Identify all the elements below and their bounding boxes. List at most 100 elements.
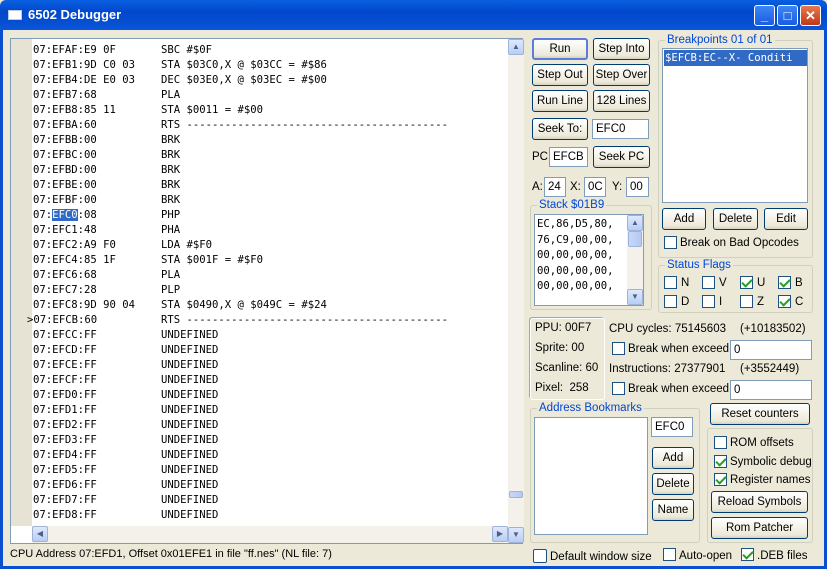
- disasm-line[interactable]: 07:EFBD:00 BRK: [33, 163, 180, 178]
- disassembly-view[interactable]: 07:EFAF:E9 0F SBC #$0F 07:EFB1:9D C0 03 STA…: [10, 38, 524, 544]
- scroll-thumb[interactable]: [509, 491, 523, 498]
- flag-u-checkbox[interactable]: [740, 276, 753, 289]
- stack-scrollbar[interactable]: ▲ ▼: [627, 215, 643, 305]
- disasm-line[interactable]: 07:EFD4:FF UNDEFINED: [33, 448, 218, 463]
- flag-d-checkbox[interactable]: [664, 295, 677, 308]
- disasm-line[interactable]: 07:EFBE:00 BRK: [33, 178, 180, 193]
- disasm-line[interactable]: 07:EFBF:00 BRK: [33, 193, 180, 208]
- run-line-button[interactable]: Run Line: [532, 90, 588, 112]
- disasm-line[interactable]: 07:EFB4:DE E0 03 DEC $03E0,X @ $03EC = #$…: [33, 73, 327, 88]
- scroll-down-icon[interactable]: ▼: [508, 527, 524, 543]
- flag-z-checkbox[interactable]: [740, 295, 753, 308]
- bookmark-address-input[interactable]: EFC0: [651, 417, 693, 437]
- flag-b-checkbox[interactable]: [778, 276, 791, 289]
- disasm-line[interactable]: 07:EFD8:FF UNDEFINED: [33, 508, 218, 523]
- break-instructions-checkbox[interactable]: [612, 382, 625, 395]
- disasm-instruction: DEC $03E0,X @ $03EC = #$00: [161, 74, 327, 86]
- scroll-thumb[interactable]: [628, 231, 642, 247]
- disasm-line[interactable]: 07:EFB1:9D C0 03 STA $03C0,X @ $03CC = #$…: [33, 58, 327, 73]
- flag-n-checkbox[interactable]: [664, 276, 677, 289]
- disasm-line[interactable]: 07:EFC4:85 1F STA $001F = #$F0: [33, 253, 263, 268]
- disasm-instruction: BRK: [161, 179, 181, 191]
- break-cycles-checkbox[interactable]: [612, 342, 625, 355]
- y-register-input[interactable]: 00: [626, 177, 649, 197]
- disasm-line[interactable]: 07:EFAF:E9 0F SBC #$0F: [33, 43, 212, 58]
- seek-address-input[interactable]: EFC0: [592, 119, 649, 139]
- disasm-line[interactable]: 07:EFCF:FF UNDEFINED: [33, 373, 218, 388]
- symbolic-debug-checkbox[interactable]: [714, 455, 727, 468]
- scroll-down-icon[interactable]: ▼: [627, 289, 643, 305]
- maximize-button[interactable]: □: [777, 5, 798, 26]
- step-into-button[interactable]: Step Into: [593, 38, 650, 60]
- disasm-line[interactable]: 07:EFBC:00 BRK: [33, 148, 180, 163]
- disasm-line[interactable]: 07:EFD6:FF UNDEFINED: [33, 478, 218, 493]
- x-register-input[interactable]: 0C: [584, 177, 606, 197]
- run-button[interactable]: Run: [532, 38, 588, 60]
- 128-lines-button[interactable]: 128 Lines: [593, 90, 650, 112]
- default-window-size-checkbox[interactable]: [533, 549, 547, 563]
- cycles-limit-input[interactable]: 0: [730, 340, 812, 360]
- minimize-button[interactable]: _: [754, 5, 775, 26]
- disasm-line[interactable]: 07:EFB8:85 11 STA $0011 = #$00: [33, 103, 263, 118]
- breakpoint-edit-button[interactable]: Edit: [764, 208, 808, 230]
- auto-open-checkbox[interactable]: [663, 548, 676, 561]
- vertical-scrollbar[interactable]: ▲ ▼: [508, 39, 524, 543]
- horizontal-scrollbar[interactable]: ◀ ▶: [32, 526, 508, 543]
- disasm-line[interactable]: 07:EFC0:08 PHP: [33, 208, 180, 223]
- scroll-left-icon[interactable]: ◀: [32, 526, 48, 542]
- disasm-line[interactable]: 07:EFD3:FF UNDEFINED: [33, 433, 218, 448]
- scroll-up-icon[interactable]: ▲: [627, 215, 643, 231]
- disasm-line[interactable]: 07:EFBA:60 RTS --------------------------…: [33, 118, 448, 133]
- register-names-checkbox[interactable]: [714, 473, 727, 486]
- flag-v-checkbox[interactable]: [702, 276, 715, 289]
- disasm-line[interactable]: 07:EFD5:FF UNDEFINED: [33, 463, 218, 478]
- close-button[interactable]: ✕: [800, 5, 821, 26]
- disasm-line[interactable]: 07:EFC7:28 PLP: [33, 283, 180, 298]
- flag-i-checkbox[interactable]: [702, 295, 715, 308]
- disasm-line[interactable]: 07:EFC2:A9 F0 LDA #$F0: [33, 238, 212, 253]
- breakpoint-delete-button[interactable]: Delete: [713, 208, 758, 230]
- disasm-line[interactable]: 07:EFD1:FF UNDEFINED: [33, 403, 218, 418]
- disasm-line[interactable]: 07:EFC6:68 PLA: [33, 268, 180, 283]
- seek-pc-button[interactable]: Seek PC: [593, 146, 650, 168]
- scroll-up-icon[interactable]: ▲: [508, 39, 524, 55]
- breakpoints-list[interactable]: $EFCB:EC--X- Conditi: [662, 48, 808, 203]
- disasm-line[interactable]: 07:EFD7:FF UNDEFINED: [33, 493, 218, 508]
- disasm-line[interactable]: 07:EFC8:9D 90 04 STA $0490,X @ $049C = #$…: [33, 298, 327, 313]
- disasm-line[interactable]: 07:EFCC:FF UNDEFINED: [33, 328, 218, 343]
- deb-files-checkbox[interactable]: [741, 548, 754, 561]
- cpu-cycles-text: CPU cycles: 75145603: [609, 323, 726, 335]
- bookmark-delete-button[interactable]: Delete: [652, 473, 694, 495]
- disasm-line[interactable]: 07:EFCE:FF UNDEFINED: [33, 358, 218, 373]
- bookmark-name-button[interactable]: Name: [652, 499, 694, 521]
- breakpoint-item[interactable]: $EFCB:EC--X- Conditi: [664, 50, 807, 66]
- selected-address[interactable]: EFC0: [52, 209, 78, 221]
- title-bar[interactable]: 6502 Debugger _ □ ✕: [0, 0, 827, 30]
- bookmarks-list[interactable]: [534, 417, 648, 535]
- bookmark-add-button[interactable]: Add: [652, 447, 694, 469]
- disasm-line[interactable]: 07:EFC1:48 PHA: [33, 223, 180, 238]
- stack-view[interactable]: EC,86,D5,80, 76,C9,00,00, 00,00,00,00, 00,0…: [534, 214, 644, 306]
- disasm-line[interactable]: >07:EFCB:60 RTS -------------------------…: [27, 313, 448, 328]
- breakpoint-gutter[interactable]: [11, 39, 32, 526]
- step-over-button[interactable]: Step Over: [593, 64, 650, 86]
- instructions-limit-input[interactable]: 0: [730, 380, 812, 400]
- seek-to-button[interactable]: Seek To:: [532, 118, 588, 140]
- rom-patcher-button[interactable]: Rom Patcher: [711, 517, 808, 539]
- reset-counters-button[interactable]: Reset counters: [710, 403, 810, 425]
- pc-input[interactable]: EFCB: [549, 147, 588, 167]
- disasm-line[interactable]: 07:EFB7:68 PLA: [33, 88, 180, 103]
- disasm-line[interactable]: 07:EFCD:FF UNDEFINED: [33, 343, 218, 358]
- disasm-line[interactable]: 07:EFD2:FF UNDEFINED: [33, 418, 218, 433]
- reload-symbols-button[interactable]: Reload Symbols: [711, 491, 808, 513]
- a-register-input[interactable]: 24: [544, 177, 566, 197]
- flag-c-checkbox[interactable]: [778, 295, 791, 308]
- scroll-right-icon[interactable]: ▶: [492, 526, 508, 542]
- break-bad-opcodes-checkbox[interactable]: [664, 236, 677, 249]
- breakpoint-add-button[interactable]: Add: [662, 208, 706, 230]
- disasm-line[interactable]: 07:EFD0:FF UNDEFINED: [33, 388, 218, 403]
- disasm-instruction: SBC #$0F: [161, 44, 213, 56]
- disasm-line[interactable]: 07:EFBB:00 BRK: [33, 133, 180, 148]
- step-out-button[interactable]: Step Out: [532, 64, 588, 86]
- rom-offsets-checkbox[interactable]: [714, 436, 727, 449]
